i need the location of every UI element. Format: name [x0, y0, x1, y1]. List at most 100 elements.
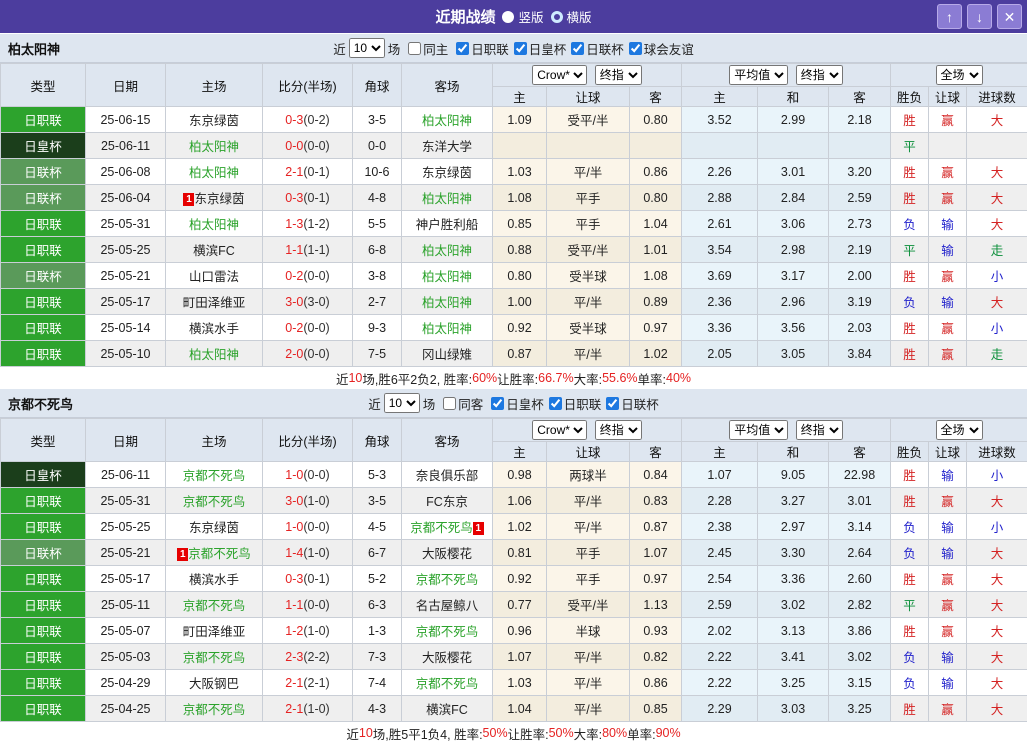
corner-cell: 3-5 [353, 488, 402, 514]
match-row: 日职联25-05-17町田泽维亚3-0(3-0)2-7柏太阳神1.00平/半0.… [1, 289, 1027, 315]
avg-away-cell: 2.18 [829, 107, 891, 133]
avg-draw-cell: 3.25 [758, 670, 829, 696]
match-row: 日职联25-05-17横滨水手0-3(0-1)5-2京都不死鸟0.92平手0.9… [1, 566, 1027, 592]
odds-away-cell: 1.01 [630, 237, 682, 263]
match-count-select[interactable]: 10 [384, 393, 420, 413]
league-filter[interactable]: 日皇杯 [509, 39, 567, 58]
result-handicap-cell: 输 [929, 211, 967, 237]
result-handicap-cell: 输 [929, 644, 967, 670]
average-period-select[interactable]: 终指 [796, 420, 843, 440]
league-filter[interactable]: 日职联 [544, 394, 602, 413]
scroll-up-button[interactable]: ↑ [937, 4, 962, 29]
same-venue-filter[interactable]: 同主 [403, 39, 448, 58]
team-name: 柏太阳神 [422, 192, 472, 206]
team-name: 名古屋鲸八 [416, 599, 479, 613]
result-winloss-cell: 胜 [891, 107, 929, 133]
corner-cell: 5-3 [353, 462, 402, 488]
corner-cell: 6-7 [353, 540, 402, 566]
close-button[interactable]: ✕ [997, 4, 1022, 29]
team-name: 京都不死鸟 [183, 469, 246, 483]
match-date-cell: 25-04-29 [86, 670, 166, 696]
match-row: 日职联25-05-11京都不死鸟1-1(0-0)6-3名古屋鲸八0.77受平/半… [1, 592, 1027, 618]
summary-segment: 50% [483, 726, 508, 740]
home-team-cell: 京都不死鸟 [166, 644, 263, 670]
crow-period-select[interactable]: 终指 [595, 65, 642, 85]
league-filter-checkbox[interactable] [491, 397, 504, 410]
avg-home-cell: 2.38 [682, 514, 758, 540]
result-winloss-cell: 平 [891, 133, 929, 159]
league-type-cell: 日职联 [1, 237, 86, 263]
result-goals-cell: 大 [967, 592, 1027, 618]
match-count-select[interactable]: 10 [349, 38, 385, 58]
team-name: 京都不死鸟 [416, 625, 479, 639]
away-team-cell: 大阪樱花 [402, 644, 493, 670]
horizontal-radio-label[interactable]: 横版 [567, 7, 592, 26]
away-team-cell: 柏太阳神 [402, 237, 493, 263]
layout-horizontal-option[interactable]: 横版 [551, 7, 592, 26]
half-time-score: (1-2) [303, 217, 329, 231]
fulltime-select[interactable]: 全场 [936, 65, 983, 85]
fulltime-select[interactable]: 全场 [936, 420, 983, 440]
match-date-cell: 25-05-21 [86, 540, 166, 566]
result-handicap-cell: 赢 [929, 592, 967, 618]
crow-period-select[interactable]: 终指 [595, 420, 642, 440]
team-name: 京都不死鸟 [416, 573, 479, 587]
odds-handicap-cell: 两球半 [547, 462, 630, 488]
same-venue-filter[interactable]: 同客 [438, 394, 483, 413]
score-cell: 0-3(0-1) [263, 185, 353, 211]
result-goals-cell: 走 [967, 237, 1027, 263]
league-filter[interactable]: 日职联 [451, 39, 509, 58]
avg-home-cell: 3.36 [682, 315, 758, 341]
result-handicap-cell: 赢 [929, 488, 967, 514]
league-filter-checkbox[interactable] [456, 42, 469, 55]
league-filter-checkbox[interactable] [571, 42, 584, 55]
layout-vertical-option[interactable]: 竖版 [502, 7, 543, 26]
score-cell: 0-2(0-0) [263, 263, 353, 289]
average-group-header: 平均值 终指 [682, 419, 891, 442]
corner-cell: 6-3 [353, 592, 402, 618]
team-name: 柏太阳神 [422, 114, 472, 128]
result-handicap-cell: 赢 [929, 566, 967, 592]
league-filter[interactable]: 日联杯 [566, 39, 624, 58]
horizontal-radio-icon[interactable] [551, 11, 563, 23]
col-header-date: 日期 [86, 419, 166, 462]
summary-segment: 55.6% [602, 371, 637, 385]
odds-away-cell: 0.80 [630, 107, 682, 133]
average-period-select[interactable]: 终指 [796, 65, 843, 85]
bookmaker-select[interactable]: Crow* [532, 65, 587, 85]
league-filter-checkbox[interactable] [629, 42, 642, 55]
bookmaker-select[interactable]: Crow* [532, 420, 587, 440]
away-team-cell: 名古屋鲸八 [402, 592, 493, 618]
scroll-down-button[interactable]: ↓ [967, 4, 992, 29]
average-select[interactable]: 平均值 [729, 65, 788, 85]
team-name: 冈山绿雉 [422, 348, 472, 362]
same-venue-checkbox[interactable] [408, 42, 421, 55]
team-name: 东京绿茵 [189, 114, 239, 128]
result-winloss-cell: 负 [891, 211, 929, 237]
team-name: 柏太阳神 [422, 296, 472, 310]
league-filter-checkbox[interactable] [606, 397, 619, 410]
odds-away-cell: 0.85 [630, 696, 682, 722]
league-filter-checkbox[interactable] [514, 42, 527, 55]
same-venue-checkbox[interactable] [443, 397, 456, 410]
avg-away-cell: 2.59 [829, 185, 891, 211]
league-filter-checkbox[interactable] [549, 397, 562, 410]
odds-away-cell: 0.97 [630, 315, 682, 341]
odds-away-cell: 1.13 [630, 592, 682, 618]
odds-home-cell: 0.88 [493, 237, 547, 263]
odds-handicap-cell: 平/半 [547, 670, 630, 696]
result-winloss-cell: 胜 [891, 696, 929, 722]
odds-home-cell: 0.85 [493, 211, 547, 237]
summary-segment: 60% [472, 371, 497, 385]
vertical-radio-icon[interactable] [502, 11, 514, 23]
league-type-cell: 日职联 [1, 566, 86, 592]
final-score: 2-1 [285, 165, 303, 179]
half-time-score: (0-0) [303, 468, 329, 482]
league-filter[interactable]: 日联杯 [601, 394, 659, 413]
average-select[interactable]: 平均值 [729, 420, 788, 440]
league-filter[interactable]: 日皇杯 [486, 394, 544, 413]
vertical-radio-label[interactable]: 竖版 [518, 7, 543, 26]
league-filter[interactable]: 球会友谊 [624, 39, 694, 58]
avg-away-cell: 22.98 [829, 462, 891, 488]
league-filter-label: 日皇杯 [506, 394, 544, 413]
